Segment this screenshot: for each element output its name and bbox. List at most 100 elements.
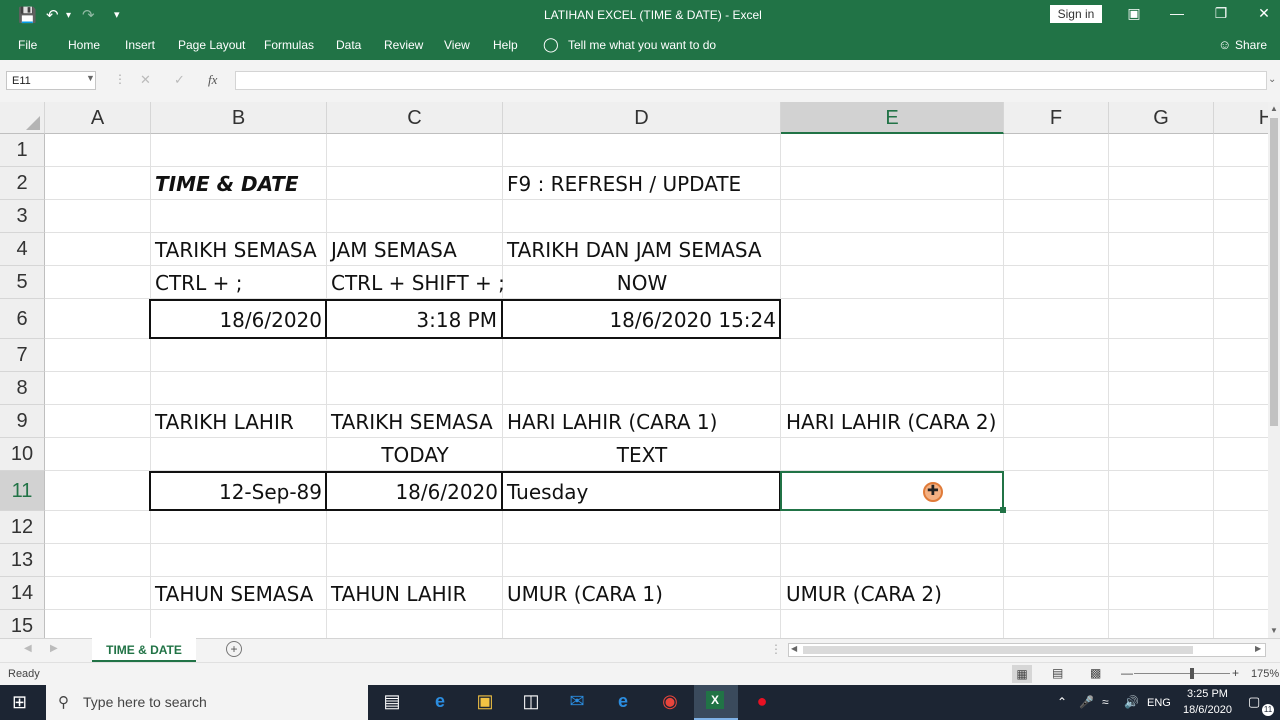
cell-b9[interactable]: TARIKH LAHIR — [155, 410, 294, 434]
tab-data[interactable]: Data — [336, 38, 361, 52]
insert-function-icon[interactable]: fx — [208, 72, 217, 88]
cell-c4[interactable]: JAM SEMASA — [331, 238, 457, 262]
active-cell-e11[interactable] — [780, 471, 1004, 511]
undo-dropdown-icon[interactable]: ▾ — [66, 10, 71, 21]
restore-icon[interactable]: ❐ — [1206, 5, 1236, 22]
redo-icon[interactable]: ↷ — [82, 6, 95, 24]
vertical-scrollbar[interactable]: ▲ ▼ — [1268, 102, 1280, 638]
row-header-3[interactable]: 3 — [0, 200, 45, 233]
wifi-icon[interactable]: ≈ — [1102, 695, 1109, 709]
cell-e14[interactable]: UMUR (CARA 2) — [786, 582, 942, 606]
row-header-14[interactable]: 14 — [0, 577, 45, 610]
column-header-c[interactable]: C — [327, 102, 503, 134]
row-header-15[interactable]: 15 — [0, 610, 45, 638]
tab-formulas[interactable]: Formulas — [264, 38, 314, 52]
chrome-icon[interactable]: ◉ — [655, 691, 685, 712]
tab-help[interactable]: Help — [493, 38, 518, 52]
minimize-icon[interactable]: — — [1162, 5, 1192, 21]
close-icon[interactable]: ✕ — [1249, 5, 1279, 22]
cell-c14[interactable]: TAHUN LAHIR — [331, 582, 466, 606]
undo-icon[interactable]: ↶ — [46, 6, 59, 24]
row-header-5[interactable]: 5 — [0, 266, 45, 299]
cell-c9[interactable]: TARIKH SEMASA — [331, 410, 493, 434]
scroll-right-icon[interactable]: ▶ — [1255, 644, 1261, 653]
fill-handle[interactable] — [1000, 507, 1006, 513]
tab-split-handle-icon[interactable]: ⋮ — [770, 642, 782, 656]
row-header-10[interactable]: 10 — [0, 438, 45, 471]
add-sheet-icon[interactable]: + — [226, 641, 242, 657]
tab-home[interactable]: Home — [68, 38, 100, 52]
ribbon-display-icon[interactable]: ▣ — [1119, 5, 1149, 22]
zoom-slider-thumb[interactable] — [1190, 668, 1194, 679]
sheet-tab-time-date[interactable]: TIME & DATE — [92, 638, 196, 662]
next-sheet-icon[interactable]: ▶ — [50, 643, 58, 654]
scroll-down-icon[interactable]: ▼ — [1270, 626, 1278, 635]
sign-in-button[interactable]: Sign in — [1050, 5, 1102, 23]
cell-d5[interactable]: NOW — [503, 271, 781, 295]
cell-b5[interactable]: CTRL + ; — [155, 271, 242, 295]
zoom-out-icon[interactable]: — — [1121, 666, 1133, 680]
cell-d4[interactable]: TARIKH DAN JAM SEMASA — [507, 238, 762, 262]
row-header-8[interactable]: 8 — [0, 372, 45, 405]
customize-qat-icon[interactable]: ▾ — [114, 8, 120, 21]
vertical-scroll-thumb[interactable] — [1270, 118, 1278, 426]
cell-c10[interactable]: TODAY — [327, 443, 503, 467]
cancel-icon[interactable]: ✕ — [140, 72, 151, 88]
zoom-slider[interactable] — [1134, 673, 1230, 674]
taskbar-search-box[interactable]: ⚲ Type here to search — [46, 685, 368, 720]
cell-d9[interactable]: HARI LAHIR (CARA 1) — [507, 410, 717, 434]
cell-e9[interactable]: HARI LAHIR (CARA 2) — [786, 410, 996, 434]
row-header-4[interactable]: 4 — [0, 233, 45, 266]
internet-explorer-icon[interactable]: e — [608, 691, 638, 712]
expand-formula-icon[interactable]: ⌄ — [1268, 74, 1276, 85]
tab-review[interactable]: Review — [384, 38, 423, 52]
tab-file[interactable]: File — [18, 38, 37, 52]
cell-d14[interactable]: UMUR (CARA 1) — [507, 582, 663, 606]
row-header-1[interactable]: 1 — [0, 134, 45, 167]
cell-b11[interactable]: 12-Sep-89 — [151, 480, 322, 504]
enter-icon[interactable]: ✓ — [174, 72, 185, 88]
row-header-7[interactable]: 7 — [0, 339, 45, 372]
column-header-d[interactable]: D — [503, 102, 781, 134]
mail-icon[interactable]: ✉ — [562, 691, 592, 712]
row-header-6[interactable]: 6 — [0, 299, 45, 339]
tell-me-box[interactable]: Tell me what you want to do — [568, 38, 716, 52]
horizontal-scroll-thumb[interactable] — [803, 646, 1193, 654]
zoom-in-icon[interactable]: + — [1232, 666, 1239, 680]
cell-c5[interactable]: CTRL + SHIFT + ; — [331, 271, 505, 295]
cell-b4[interactable]: TARIKH SEMASA — [155, 238, 317, 262]
zoom-level[interactable]: 175% — [1251, 668, 1279, 680]
column-header-h[interactable]: H — [1214, 102, 1268, 134]
recorder-icon[interactable]: ● — [747, 691, 777, 712]
page-layout-view-icon[interactable]: ▤ — [1052, 666, 1063, 680]
page-break-view-icon[interactable]: ▩ — [1090, 666, 1101, 680]
notification-icon[interactable]: ▢ — [1248, 694, 1260, 710]
tab-page-layout[interactable]: Page Layout — [178, 38, 245, 52]
excel-taskbar-button[interactable]: X — [694, 685, 738, 720]
microphone-icon[interactable]: 🎤 — [1079, 695, 1094, 709]
edge-icon[interactable]: e — [425, 691, 455, 712]
row-header-11[interactable]: 11 — [0, 471, 45, 511]
clock-time[interactable]: 3:25 PM — [1187, 688, 1228, 700]
scroll-up-icon[interactable]: ▲ — [1270, 104, 1278, 113]
cell-d2[interactable]: F9 : REFRESH / UPDATE — [507, 172, 741, 196]
scroll-left-icon[interactable]: ◀ — [791, 644, 797, 653]
cell-b6[interactable]: 18/6/2020 — [151, 308, 322, 332]
column-header-g[interactable]: G — [1109, 102, 1214, 134]
language-indicator[interactable]: ENG — [1147, 697, 1171, 709]
name-box[interactable]: E11 — [6, 71, 96, 90]
row-header-9[interactable]: 9 — [0, 405, 45, 438]
row-header-12[interactable]: 12 — [0, 511, 45, 544]
file-explorer-icon[interactable]: ▣ — [470, 691, 500, 712]
tab-view[interactable]: View — [444, 38, 470, 52]
column-header-a[interactable]: A — [45, 102, 151, 134]
cell-d10[interactable]: TEXT — [503, 443, 781, 467]
windows-start-icon[interactable]: ⊞ — [12, 692, 27, 713]
save-icon[interactable]: 💾 — [18, 6, 37, 24]
horizontal-scrollbar[interactable]: ◀ ▶ — [788, 643, 1266, 657]
tab-insert[interactable]: Insert — [125, 38, 155, 52]
formula-input[interactable] — [235, 71, 1267, 90]
cell-b14[interactable]: TAHUN SEMASA — [155, 582, 313, 606]
show-hidden-icons-icon[interactable]: ⌃ — [1057, 695, 1067, 709]
store-icon[interactable]: ◫ — [516, 691, 546, 712]
